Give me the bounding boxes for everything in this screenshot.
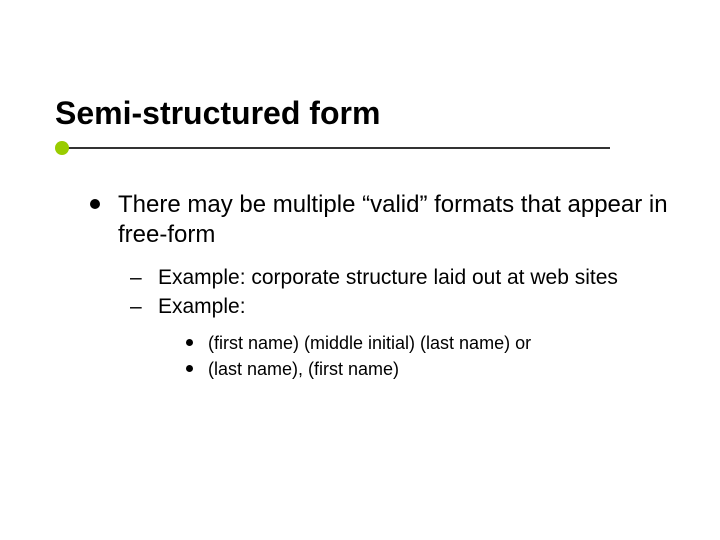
rule-dot-icon [55, 141, 69, 155]
dash-icon: – [130, 293, 142, 320]
rule-line [59, 147, 610, 149]
bullet-lvl1: There may be multiple “valid” formats th… [90, 190, 670, 250]
disc-icon [186, 339, 193, 346]
bullet-lvl3-text: (first name) (middle initial) (last name… [208, 333, 531, 353]
content-area: There may be multiple “valid” formats th… [90, 190, 670, 383]
bullet-lvl1-text: There may be multiple “valid” formats th… [118, 191, 668, 248]
bullet-lvl3-text: (last name), (first name) [208, 359, 399, 379]
bullet-lvl2: – Example: corporate structure laid out … [130, 264, 670, 291]
bullet-lvl2-text: Example: corporate structure laid out at… [158, 266, 618, 289]
bullet-lvl2: – Example: [130, 293, 670, 320]
disc-icon [90, 199, 100, 209]
title-rule [55, 138, 610, 158]
bullet-lvl2-text: Example: [158, 295, 246, 318]
slide: Semi-structured form There may be multip… [0, 0, 720, 540]
slide-title: Semi-structured form [55, 95, 380, 132]
bullet-lvl3: (first name) (middle initial) (last name… [186, 331, 670, 355]
bullet-lvl3-group: (first name) (middle initial) (last name… [186, 331, 670, 382]
dash-icon: – [130, 264, 142, 291]
bullet-lvl2-group: – Example: corporate structure laid out … [130, 264, 670, 381]
disc-icon [186, 365, 193, 372]
bullet-lvl3: (last name), (first name) [186, 357, 670, 381]
